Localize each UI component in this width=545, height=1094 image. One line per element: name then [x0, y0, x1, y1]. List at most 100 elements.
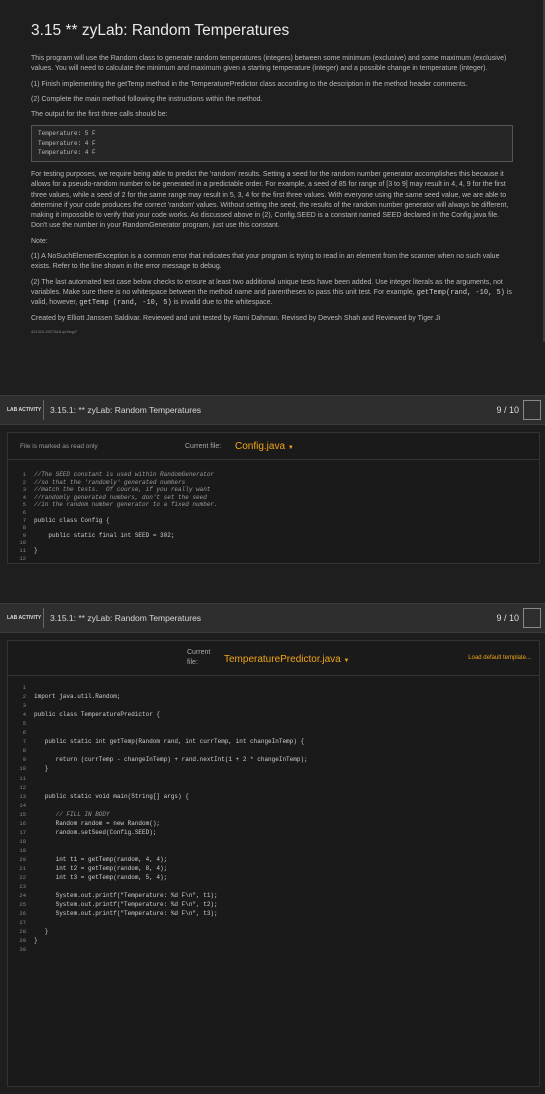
code-text: public static int getTemp(Random rand, i…	[34, 738, 305, 746]
line-number: 8	[22, 524, 26, 532]
activity-id: 421424.2927818.qx3zqy7	[31, 328, 78, 334]
credits-text: Created by Elliott Janssen Saldivar. Rev…	[31, 314, 441, 322]
code-line[interactable]: 13 public static void main(String[] args…	[16, 793, 526, 802]
line-number: 30	[19, 946, 26, 954]
code-line[interactable]: 19	[16, 847, 526, 856]
chevron-down-icon: ▼	[343, 658, 350, 664]
code-line[interactable]: 17 random.setSeed(Config.SEED);	[16, 829, 526, 838]
code-line[interactable]: 7 public static int getTemp(Random rand,…	[16, 738, 526, 747]
current-file-label: Current file:	[185, 443, 222, 450]
line-number: 7	[22, 516, 26, 524]
code-text: public class TemperaturePredictor {	[34, 711, 161, 719]
completion-checkbox[interactable]	[523, 608, 541, 628]
file-selector[interactable]: TemperaturePredictor.java ▼	[224, 654, 349, 665]
code-line[interactable]: 12	[16, 555, 526, 563]
code-text: }	[34, 937, 38, 945]
line-number: 6	[22, 729, 26, 737]
code-text: //match the tests. Of course, if you rea…	[34, 486, 211, 494]
line-number: 19	[19, 846, 26, 854]
code-line[interactable]: 20 int t1 = getTemp(random, 4, 4);	[16, 856, 526, 865]
load-default-template-link[interactable]: Load default template...	[468, 655, 531, 661]
code-line[interactable]: 15 // FILL IN BODY	[16, 811, 526, 820]
valid-example-code: getTemp(rand, -10, 5)	[416, 288, 505, 297]
output-line: Temperature: 4 F	[38, 139, 96, 147]
line-number: 14	[19, 801, 26, 809]
line-number: 8	[22, 747, 26, 755]
lab-score: 9 / 10	[496, 405, 519, 415]
line-number: 4	[22, 493, 26, 501]
code-line[interactable]: 30	[16, 946, 526, 955]
code-line[interactable]: 9 return (currTemp - changeInTemp) + ran…	[16, 756, 526, 765]
line-number: 23	[19, 883, 26, 891]
code-text: public static final int SEED = 302;	[34, 531, 175, 539]
line-number: 12	[19, 554, 26, 562]
code-line[interactable]: 10	[16, 539, 526, 547]
code-line[interactable]: 5	[16, 720, 526, 729]
line-number: 10	[19, 539, 26, 547]
predictor-editor[interactable]: Current file: TemperaturePredictor.java …	[7, 640, 540, 1087]
code-line[interactable]: 26 System.out.printf("Temperature: %d F\…	[16, 910, 526, 919]
code-text: }	[34, 928, 49, 936]
config-editor[interactable]: File is marked as read only Current file…	[7, 432, 540, 564]
lab-activity-title: 3.15.1: ** zyLab: Random Temperatures	[50, 405, 202, 415]
code-line[interactable]: 8	[16, 524, 526, 532]
lab-score: 9 / 10	[496, 613, 519, 623]
code-line[interactable]: 25 System.out.printf("Temperature: %d F\…	[16, 901, 526, 910]
output-line: Temperature: 4 F	[38, 149, 96, 157]
line-number: 2	[22, 478, 26, 486]
line-number: 28	[19, 928, 26, 936]
current-file-label: Current file:	[187, 649, 211, 666]
line-number: 5	[22, 501, 26, 509]
code-line[interactable]: 8	[16, 747, 526, 756]
code-line[interactable]: 28 }	[16, 928, 526, 937]
code-line[interactable]: 5 //in the random number generator to a f…	[16, 501, 526, 509]
code-line[interactable]: 23	[16, 883, 526, 892]
line-number: 16	[19, 819, 26, 827]
editor-header: File is marked as read only Current file…	[8, 433, 539, 460]
line-number: 11	[19, 547, 26, 554]
line-number: 26	[19, 910, 26, 918]
code-line[interactable]: 7 public class Config {	[16, 517, 526, 525]
completion-checkbox[interactable]	[523, 400, 541, 420]
code-text: System.out.printf("Temperature: %d F\n",…	[34, 910, 218, 918]
line-number: 10	[19, 765, 26, 773]
code-line[interactable]: 16 Random random = new Random();	[16, 820, 526, 829]
output-intro-text: The output for the first three calls sho…	[31, 111, 168, 119]
code-line[interactable]: 6	[16, 509, 526, 517]
line-number: 29	[19, 937, 26, 945]
code-line[interactable]: 21 int t2 = getTemp(random, 8, 4);	[16, 865, 526, 874]
code-line[interactable]: 11	[16, 775, 526, 784]
code-line[interactable]: 9 public static final int SEED = 302;	[16, 532, 526, 540]
code-text: }	[34, 547, 38, 554]
line-number: 12	[19, 783, 26, 791]
code-text: //in the random number generator to a fi…	[34, 501, 218, 509]
code-line[interactable]: 10 }	[16, 765, 526, 774]
code-line[interactable]: 18	[16, 838, 526, 847]
code-text: //so that the 'randomly' generated numbe…	[34, 478, 186, 486]
code-line[interactable]: 14	[16, 802, 526, 811]
lab-description: 3.15 ** zyLab: Random Temperatures This …	[0, 0, 545, 342]
code-line[interactable]: 22 int t3 = getTemp(random, 5, 4);	[16, 874, 526, 883]
page-title: 3.15 ** zyLab: Random Temperatures	[31, 22, 290, 39]
code-line[interactable]: 2 import java.util.Random;	[16, 693, 526, 702]
line-number: 20	[19, 855, 26, 863]
intro-text: This program will use the Random class t…	[31, 55, 507, 73]
code-line[interactable]: 11}	[16, 547, 526, 555]
line-number: 27	[19, 919, 26, 927]
code-line[interactable]: 3	[16, 702, 526, 711]
code-line[interactable]: 4 public class TemperaturePredictor {	[16, 711, 526, 720]
code-line[interactable]: 1	[16, 684, 526, 693]
lab-activity-title: 3.15.1: ** zyLab: Random Temperatures	[50, 613, 202, 623]
code-line[interactable]: 1 //The SEED constant is used within Rand…	[16, 471, 526, 479]
code-line[interactable]: 6	[16, 729, 526, 738]
code-line[interactable]: 2 //so that the 'randomly' generated numb…	[16, 479, 526, 487]
code-line[interactable]: 29}	[16, 937, 526, 946]
code-line[interactable]: 27	[16, 919, 526, 928]
code-text: public static void main(String[] args) {	[34, 792, 189, 800]
code-line[interactable]: 12	[16, 784, 526, 793]
code-text: int t2 = getTemp(random, 8, 4);	[34, 865, 168, 872]
code-line[interactable]: 4 //randomly generated numbers, don't set…	[16, 494, 526, 502]
code-line[interactable]: 3 //match the tests. Of course, if you re…	[16, 486, 526, 494]
code-line[interactable]: 24 System.out.printf("Temperature: %d F\…	[16, 892, 526, 901]
file-selector[interactable]: Config.java ▼	[235, 441, 294, 452]
